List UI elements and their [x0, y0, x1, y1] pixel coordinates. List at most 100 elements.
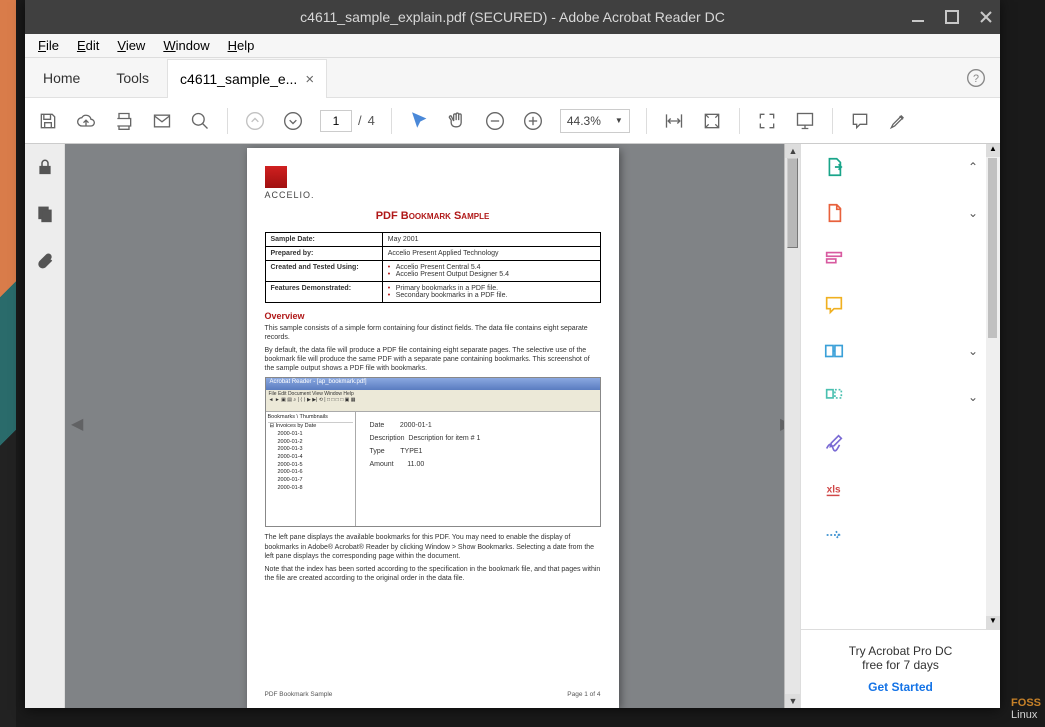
zoom-select[interactable]: 44.3% ▼ — [560, 109, 630, 133]
tab-close-icon[interactable]: × — [305, 71, 314, 88]
zoom-in-icon[interactable] — [522, 110, 544, 132]
para: This sample consists of a simple form co… — [265, 324, 601, 342]
viewer-scrollbar[interactable]: ▲ ▼ — [784, 144, 800, 708]
tool-export-xls[interactable]: xls — [801, 466, 1000, 512]
window-title: c4611_sample_explain.pdf (SECURED) - Ado… — [300, 9, 725, 25]
close-button[interactable] — [978, 9, 994, 25]
accelio-logo-icon — [265, 166, 287, 188]
separator — [832, 108, 833, 134]
scroll-thumb[interactable] — [988, 158, 997, 338]
print-icon[interactable] — [113, 110, 135, 132]
table-row: Features Demonstrated:Primary bookmarks … — [265, 282, 600, 303]
left-rail — [25, 144, 65, 708]
save-icon[interactable] — [37, 110, 59, 132]
tabs-row: Home Tools c4611_sample_e... × ? — [25, 58, 1000, 98]
content-area: ◀ ▶ ACCELIO. PDF Bookmark Sample Sample … — [25, 144, 1000, 708]
cloud-upload-icon[interactable] — [75, 110, 97, 132]
scroll-up-icon[interactable]: ▲ — [986, 144, 1000, 157]
minimize-button[interactable] — [910, 9, 926, 25]
page-footer: PDF Bookmark SamplePage 1 of 4 — [265, 691, 601, 698]
comment-icon[interactable] — [849, 110, 871, 132]
lock-icon[interactable] — [36, 158, 54, 181]
tool-combine[interactable]: ⌄ — [801, 328, 1000, 374]
chevron-down-icon: ▼ — [615, 116, 623, 125]
menu-edit[interactable]: Edit — [70, 36, 106, 55]
doc-title: PDF Bookmark Sample — [265, 210, 601, 222]
maximize-button[interactable] — [944, 9, 960, 25]
inset-titlebar: Acrobat Reader - [ap_bookmark.pdf] — [266, 378, 600, 390]
tool-create-pdf[interactable]: ⌄ — [801, 190, 1000, 236]
page-indicator: / 4 — [320, 110, 375, 132]
tool-send[interactable] — [801, 512, 1000, 558]
scroll-thumb[interactable] — [787, 158, 798, 248]
toolbar: / 4 44.3% ▼ — [25, 98, 1000, 144]
promo-line2: free for 7 days — [811, 658, 990, 672]
page-sep: / — [358, 113, 362, 128]
para: The left pane displays the available boo… — [265, 533, 601, 560]
separator — [646, 108, 647, 134]
svg-text:?: ? — [973, 73, 979, 85]
document-viewer[interactable]: ◀ ▶ ACCELIO. PDF Bookmark Sample Sample … — [65, 144, 800, 708]
para: By default, the data file will produce a… — [265, 346, 601, 373]
chevron-up-icon: ⌃ — [968, 160, 978, 174]
tool-edit-pdf[interactable] — [801, 236, 1000, 282]
scroll-down-icon[interactable]: ▼ — [986, 616, 1000, 629]
attachments-icon[interactable] — [36, 252, 54, 275]
tool-export-pdf[interactable]: ⌃ — [801, 144, 1000, 190]
email-icon[interactable] — [151, 110, 173, 132]
fit-width-icon[interactable] — [663, 110, 685, 132]
fullscreen-icon[interactable] — [756, 110, 778, 132]
menu-window[interactable]: Window — [156, 36, 216, 55]
desktop-background — [0, 0, 16, 727]
tools-scrollbar[interactable]: ▲ ▼ — [986, 144, 1000, 629]
inset-screenshot: Acrobat Reader - [ap_bookmark.pdf] File … — [265, 377, 601, 527]
page-total: 4 — [368, 113, 375, 128]
prev-page-arrow-icon[interactable]: ◀ — [71, 414, 85, 438]
inset-menubar: File Edit Document View Window Help◄ ► ▣… — [266, 390, 600, 412]
info-table: Sample Date:May 2001 Prepared by:Accelio… — [265, 232, 601, 303]
zoom-out-icon[interactable] — [484, 110, 506, 132]
tab-document-label: c4611_sample_e... — [180, 71, 297, 87]
table-row: Prepared by:Accelio Present Applied Tech… — [265, 247, 600, 261]
separator — [391, 108, 392, 134]
application-window: c4611_sample_explain.pdf (SECURED) - Ado… — [25, 0, 1000, 708]
svg-text:xls: xls — [827, 485, 841, 496]
app-frame: File Edit View Window Help Home Tools c4… — [25, 34, 1000, 708]
chevron-down-icon: ⌄ — [968, 390, 978, 404]
fit-page-icon[interactable] — [701, 110, 723, 132]
para: Note that the index has been sorted acco… — [265, 565, 601, 583]
scroll-down-icon[interactable]: ▼ — [785, 694, 800, 708]
get-started-link[interactable]: Get Started — [811, 680, 990, 694]
right-tools-panel: ⌃ ⌄ ⌄ ⌄ xls ▲ ▼ Try Acrobat P — [800, 144, 1000, 708]
separator — [227, 108, 228, 134]
tool-fill-sign[interactable] — [801, 420, 1000, 466]
help-icon[interactable]: ? — [966, 58, 986, 97]
hand-tool-icon[interactable] — [446, 110, 468, 132]
scroll-up-icon[interactable]: ▲ — [785, 144, 800, 158]
separator — [739, 108, 740, 134]
inset-tree: Bookmarks \ Thumbnails ⊟ Invoices by Dat… — [266, 412, 356, 526]
watermark: FOSSLinux — [1011, 697, 1041, 721]
pointer-tool-icon[interactable] — [408, 110, 430, 132]
tool-comment[interactable] — [801, 282, 1000, 328]
menu-view[interactable]: View — [110, 36, 152, 55]
table-row: Created and Tested Using:Accelio Present… — [265, 261, 600, 282]
page-up-icon[interactable] — [244, 110, 266, 132]
search-icon[interactable] — [189, 110, 211, 132]
highlight-icon[interactable] — [887, 110, 909, 132]
thumbnails-icon[interactable] — [36, 205, 54, 228]
menu-help[interactable]: Help — [221, 36, 262, 55]
zoom-value: 44.3% — [567, 114, 601, 128]
chevron-down-icon: ⌄ — [968, 344, 978, 358]
read-mode-icon[interactable] — [794, 110, 816, 132]
overview-heading: Overview — [265, 311, 601, 321]
menubar: File Edit View Window Help — [25, 34, 1000, 58]
chevron-down-icon: ⌄ — [968, 206, 978, 220]
tab-document[interactable]: c4611_sample_e... × — [167, 59, 327, 98]
tab-home[interactable]: Home — [25, 58, 98, 97]
tool-organize[interactable]: ⌄ — [801, 374, 1000, 420]
tab-tools[interactable]: Tools — [98, 58, 167, 97]
menu-file[interactable]: File — [31, 36, 66, 55]
page-down-icon[interactable] — [282, 110, 304, 132]
page-current-input[interactable] — [320, 110, 352, 132]
